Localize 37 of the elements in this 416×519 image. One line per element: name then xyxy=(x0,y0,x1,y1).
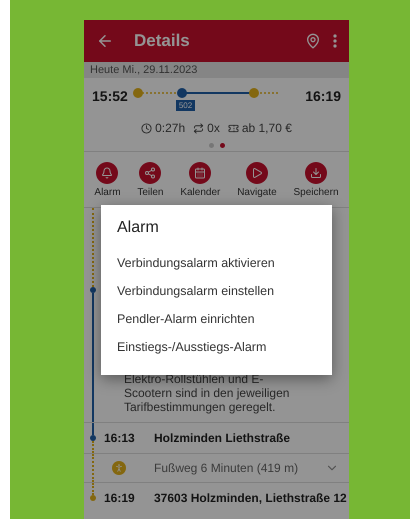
stop-name: 37603 Holzminden, Liethstraße 12 xyxy=(154,491,347,505)
menu-item[interactable]: Verbindungsalarm einstellen xyxy=(117,277,316,305)
stop-name: Holzminden Liethstraße xyxy=(154,431,290,445)
price: ab 1,70 € xyxy=(242,121,292,135)
duration: 0:27h xyxy=(155,121,186,135)
share-icon xyxy=(144,166,156,178)
menu-item[interactable]: Pendler-Alarm einrichten xyxy=(117,305,316,333)
date-bar: Heute Mi., 29.11.2023 xyxy=(84,62,349,78)
walk-info: Fußweg 6 Minuten (419 m) xyxy=(154,461,300,475)
screen-title: Details xyxy=(134,31,191,51)
more-icon xyxy=(333,34,337,48)
play-icon xyxy=(250,166,263,178)
download-icon xyxy=(310,166,322,178)
page-dot[interactable] xyxy=(208,143,214,148)
line-badge: 502 xyxy=(176,100,196,111)
arrival-time: 16:19 xyxy=(305,88,341,104)
clock-icon xyxy=(141,122,152,134)
action-button[interactable]: Kalender xyxy=(180,162,220,198)
menu-item[interactable]: Einstiegs-/Ausstiegs-Alarm xyxy=(117,333,316,361)
menu-item[interactable]: Verbindungsalarm aktivieren xyxy=(117,249,316,277)
repeat-icon xyxy=(193,122,204,134)
stop-time: 16:19 xyxy=(103,491,136,505)
action-button[interactable]: Speichern xyxy=(293,162,339,198)
bell-icon xyxy=(101,166,114,178)
map-pin-icon xyxy=(305,33,321,49)
back-icon xyxy=(96,32,114,50)
calendar-icon xyxy=(194,166,206,178)
changes: 0x xyxy=(207,121,220,135)
walking-icon xyxy=(114,463,124,473)
ticket-icon xyxy=(228,122,239,134)
page-dot[interactable] xyxy=(220,143,224,148)
more-button[interactable] xyxy=(331,32,339,50)
departure-time: 15:52 xyxy=(92,88,128,104)
fare-note: Elektro-Rollstühlen und E-Scootern sind in den jeweiligen Tarifbestimmungen geregelt. xyxy=(124,372,290,414)
stop-time: 16:13 xyxy=(103,431,136,445)
action-button[interactable]: Navigate xyxy=(237,162,277,198)
dialog-title: Alarm xyxy=(117,219,160,237)
